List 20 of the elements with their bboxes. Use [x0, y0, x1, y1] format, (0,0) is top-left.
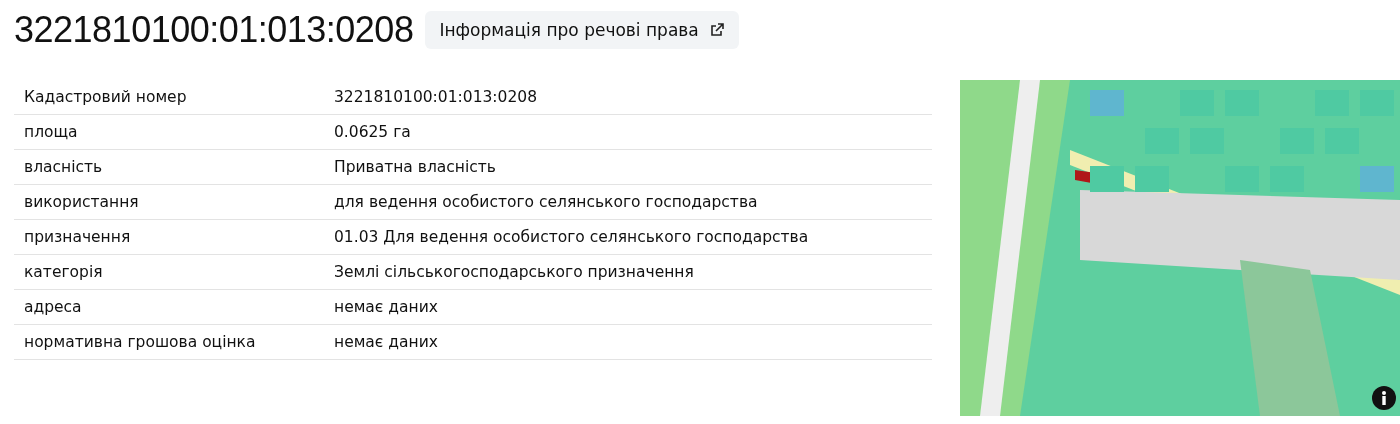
field-value: 01.03 Для ведення особистого селянського господарства — [334, 228, 810, 246]
field-label: Кадастровий номер — [23, 88, 188, 106]
field-label: площа — [23, 123, 79, 141]
field-label: призначення — [23, 228, 132, 246]
parcel-number-title: 3221810100:01:013:0208 — [14, 9, 414, 51]
field-value: Землі сільськогосподарського призначення — [334, 263, 695, 281]
external-link-icon — [708, 22, 725, 38]
field-label: адреса — [23, 298, 83, 316]
field-value: 3221810100:01:013:0208 — [334, 88, 539, 106]
info-icon[interactable] — [1372, 386, 1396, 410]
field-label: власність — [23, 158, 104, 176]
field-value: 0.0625 га — [334, 123, 412, 141]
field-value: Приватна власність — [334, 158, 497, 176]
field-label: нормативна грошова оцінка — [23, 333, 257, 351]
rights-info-link[interactable]: Інформація про речові права — [425, 11, 739, 49]
field-value: для ведення особистого селянського господарства — [334, 193, 759, 211]
field-label: категорія — [23, 263, 104, 281]
field-value: немає даних — [334, 333, 439, 351]
field-value: немає даних — [334, 298, 439, 316]
field-label: використання — [23, 193, 140, 211]
